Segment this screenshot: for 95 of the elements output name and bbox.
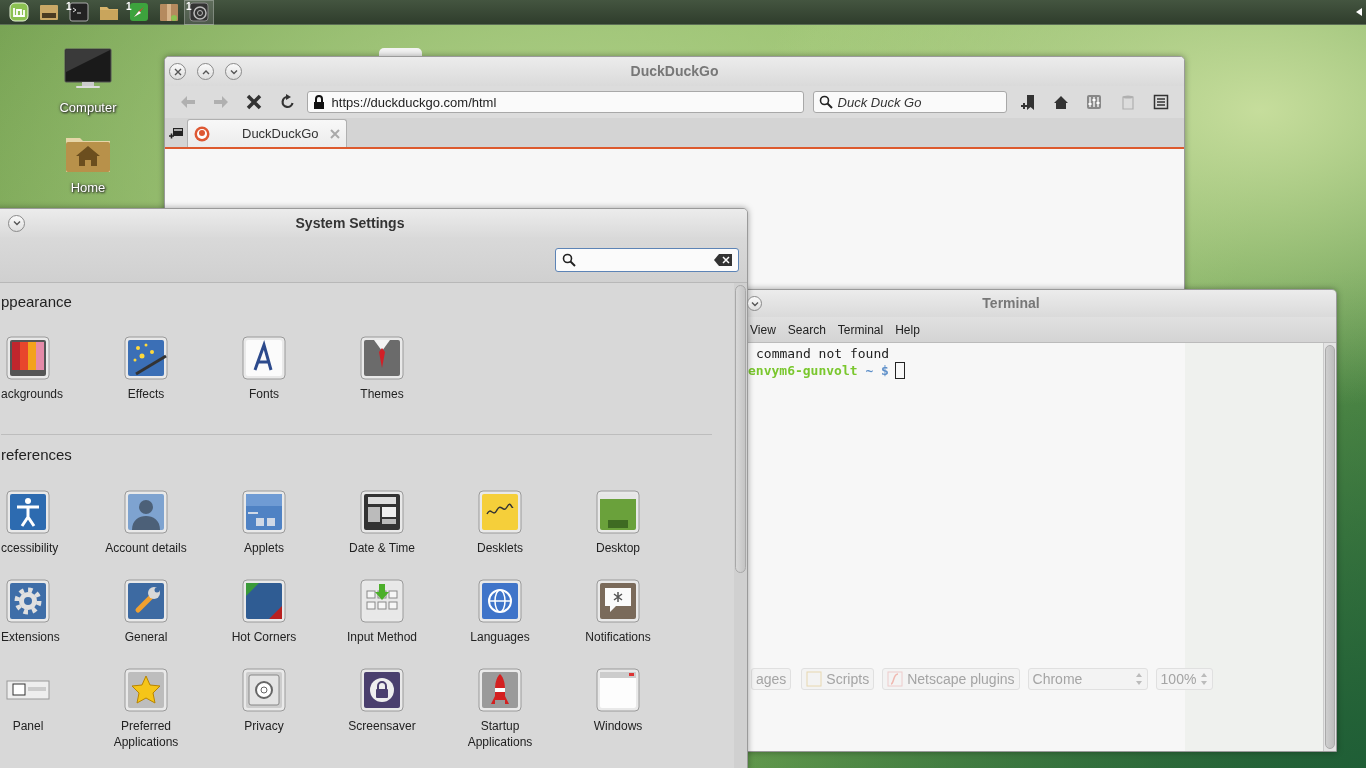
note-icon[interactable] xyxy=(478,490,522,534)
wrench-icon[interactable] xyxy=(124,579,168,623)
clear-icon[interactable] xyxy=(714,253,732,266)
script-icon xyxy=(806,671,823,687)
font-icon[interactable] xyxy=(242,336,286,380)
settings-item-label[interactable]: Panel xyxy=(1,718,55,734)
window-title: Terminal xyxy=(982,295,1040,311)
window-count: 1 xyxy=(186,0,192,12)
launcher-button[interactable]: 1 xyxy=(184,0,214,25)
launcher-button[interactable]: 1 xyxy=(64,0,94,25)
minimize-button[interactable] xyxy=(225,63,242,80)
settings-item-label[interactable]: Effects xyxy=(127,386,165,402)
settings-item-label[interactable]: ccessibility xyxy=(1,540,59,556)
menu-item[interactable]: Terminal xyxy=(831,320,890,339)
desktop-icon[interactable] xyxy=(596,490,640,534)
settings-item-label[interactable]: Hot Corners xyxy=(231,629,297,645)
sliders-icon xyxy=(1086,94,1103,110)
compass-icon xyxy=(128,1,150,23)
menu-icon xyxy=(1153,94,1170,110)
forward-arrow-icon xyxy=(213,94,230,110)
magic-wand-icon[interactable] xyxy=(124,336,168,380)
package-icon xyxy=(158,1,180,23)
browser-tab[interactable]: DuckDuckGo xyxy=(187,119,347,147)
settings-item-label[interactable]: Themes xyxy=(360,386,404,402)
trash-icon xyxy=(1119,94,1136,110)
settings-item-label[interactable]: Startup Applications xyxy=(450,718,550,750)
close-button[interactable] xyxy=(169,63,186,80)
rocket-icon[interactable] xyxy=(478,668,522,712)
person-icon[interactable] xyxy=(124,490,168,534)
suit-icon[interactable] xyxy=(360,336,404,380)
search-field[interactable] xyxy=(555,247,739,272)
settings-item-label[interactable]: Windows xyxy=(593,718,643,734)
settings-item-label[interactable]: Account details xyxy=(105,540,187,556)
new-tab-icon xyxy=(168,125,184,140)
home-icon xyxy=(1053,94,1070,110)
bookmark-add-icon xyxy=(1019,94,1036,110)
site-logo-icon xyxy=(194,125,210,142)
collapse-arrow-icon[interactable] xyxy=(1355,7,1363,17)
settings-item-label[interactable]: Desklets xyxy=(477,540,523,556)
scrollbar-thumb[interactable] xyxy=(1325,345,1335,749)
speech-bubble-icon[interactable] xyxy=(596,579,640,623)
monitor-icon[interactable] xyxy=(64,48,112,90)
back-arrow-icon xyxy=(179,94,196,110)
settings-item-label[interactable]: ackgrounds xyxy=(1,386,64,402)
calendar-icon[interactable] xyxy=(360,490,404,534)
window-count: 1 xyxy=(66,0,72,12)
tab-label: DuckDuckGo xyxy=(242,124,320,143)
keyboard-icon[interactable] xyxy=(360,579,404,623)
settings-item-label[interactable]: Languages xyxy=(470,629,530,645)
terminal-output: command not found xyxy=(755,345,891,362)
color-stripes-icon[interactable] xyxy=(6,336,50,380)
settings-item-label[interactable]: Extensions xyxy=(1,629,60,645)
applets-icon[interactable] xyxy=(242,490,286,534)
hot-corners-icon[interactable] xyxy=(242,579,286,623)
spinner-arrows-icon xyxy=(1134,672,1143,686)
settings-item-label[interactable]: Privacy xyxy=(244,718,284,734)
search-field[interactable]: Duck Duck Go xyxy=(812,91,1008,113)
gear-icon[interactable] xyxy=(6,579,50,623)
reload-icon xyxy=(279,94,296,110)
prompt-line: envym6-gunvolt ~ $ xyxy=(748,362,889,379)
search-icon xyxy=(562,252,576,267)
menu-item[interactable]: View xyxy=(744,320,782,339)
launcher-button[interactable]: 1 xyxy=(124,0,154,25)
settings-item-label[interactable]: Input Method xyxy=(346,629,418,645)
maximize-button[interactable] xyxy=(197,63,214,80)
padlock-icon[interactable] xyxy=(360,668,404,712)
menu-item[interactable]: Help xyxy=(889,320,926,339)
lens-icon xyxy=(188,1,210,23)
settings-item-label[interactable]: Desktop xyxy=(596,540,640,556)
plugin-icon xyxy=(887,671,904,687)
section-heading: references xyxy=(1,445,73,465)
settings-item-label[interactable]: Notifications xyxy=(585,629,651,645)
stop-icon xyxy=(246,94,263,110)
section-heading: ppearance xyxy=(1,292,73,312)
settings-item-label[interactable]: Date & Time xyxy=(349,540,415,556)
menu-item[interactable]: Search xyxy=(781,320,832,339)
window-title: DuckDuckGo xyxy=(630,63,719,79)
scrollbar-thumb[interactable] xyxy=(735,285,746,573)
collapse-button[interactable] xyxy=(8,214,25,232)
settings-item-label[interactable]: Screensaver xyxy=(348,718,416,734)
address-bar[interactable]: https://duckduckgo.com/html xyxy=(306,91,804,113)
spinner-arrows-icon xyxy=(1200,672,1209,686)
settings-item-label[interactable]: Applets xyxy=(244,540,284,556)
collapse-button[interactable] xyxy=(747,296,762,311)
settings-item-label[interactable]: Preferred Applications xyxy=(96,718,196,750)
window-title: System Settings xyxy=(295,214,405,231)
globe-icon[interactable] xyxy=(478,579,522,623)
safe-icon[interactable] xyxy=(242,668,286,712)
settings-item-label[interactable]: Fonts xyxy=(249,386,279,402)
logo-icon xyxy=(8,1,30,23)
window-count: 1 xyxy=(126,0,132,12)
terminal-icon xyxy=(68,1,90,23)
text-cursor xyxy=(894,362,905,379)
settings-item-label[interactable]: General xyxy=(124,629,168,645)
accessibility-icon[interactable] xyxy=(6,490,50,534)
